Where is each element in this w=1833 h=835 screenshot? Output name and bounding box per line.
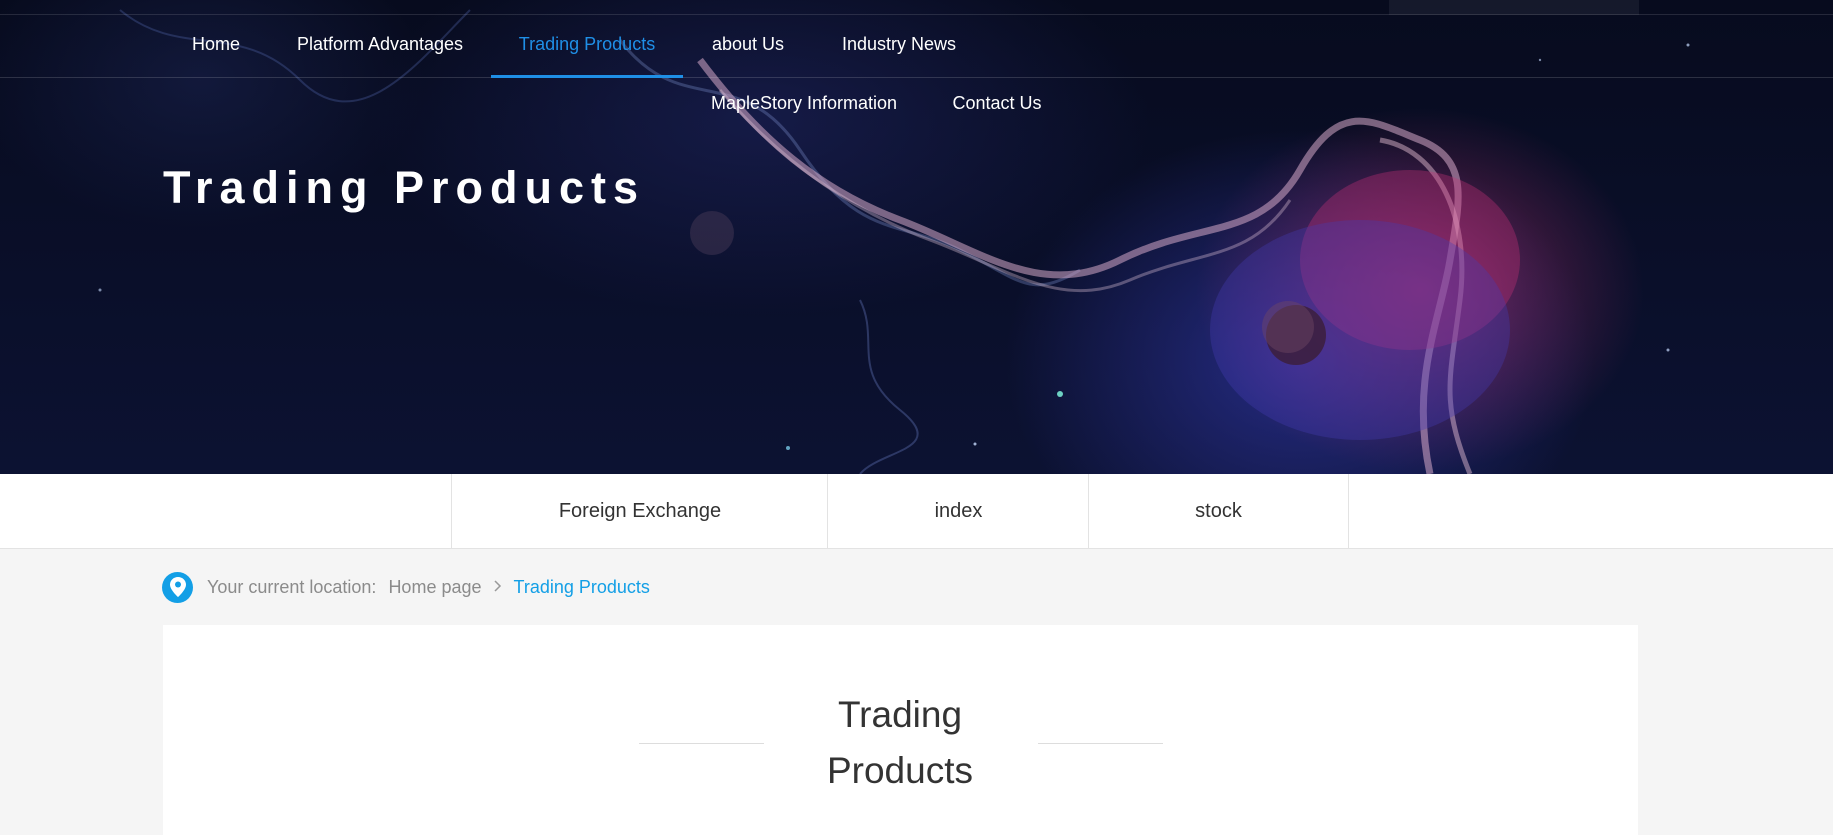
breadcrumb-prefix: Your current location:: [207, 576, 377, 597]
hero-banner: Home Platform Advantages Trading Product…: [0, 0, 1833, 474]
subtab-stock[interactable]: stock: [1088, 474, 1349, 549]
nav-item-platform-advantages[interactable]: Platform Advantages: [286, 15, 474, 78]
main-nav: Home Platform Advantages Trading Product…: [0, 15, 1833, 78]
top-utility-strip: [0, 0, 1833, 15]
product-subtabs: Foreign Exchange index stock: [0, 474, 1833, 549]
hero-title: Trading Products: [163, 162, 646, 213]
nav-item-home[interactable]: Home: [166, 15, 266, 78]
subtab-index[interactable]: index: [827, 474, 1089, 549]
section-title-rule-left: [639, 743, 764, 744]
nav-item-trading-products[interactable]: Trading Products: [491, 15, 683, 78]
subtab-foreign-exchange[interactable]: Foreign Exchange: [451, 474, 828, 549]
nav-item-maplestory-information[interactable]: MapleStory Information: [703, 78, 905, 126]
nav-item-industry-news[interactable]: Industry News: [833, 15, 965, 78]
nav-item-about-us[interactable]: about Us: [703, 15, 793, 78]
location-pin-icon: [162, 571, 193, 603]
chevron-right-icon: [493, 577, 502, 597]
breadcrumb-current[interactable]: Trading Products: [514, 577, 650, 598]
breadcrumb-home-link[interactable]: Home page: [388, 577, 481, 598]
section-title-rule-right: [1038, 743, 1163, 744]
breadcrumb: Your current location: Home page Trading…: [162, 571, 650, 603]
top-utility-box: [1389, 0, 1639, 15]
section-title: Trading Products: [826, 694, 973, 791]
nav-item-contact-us[interactable]: Contact Us: [944, 78, 1050, 126]
